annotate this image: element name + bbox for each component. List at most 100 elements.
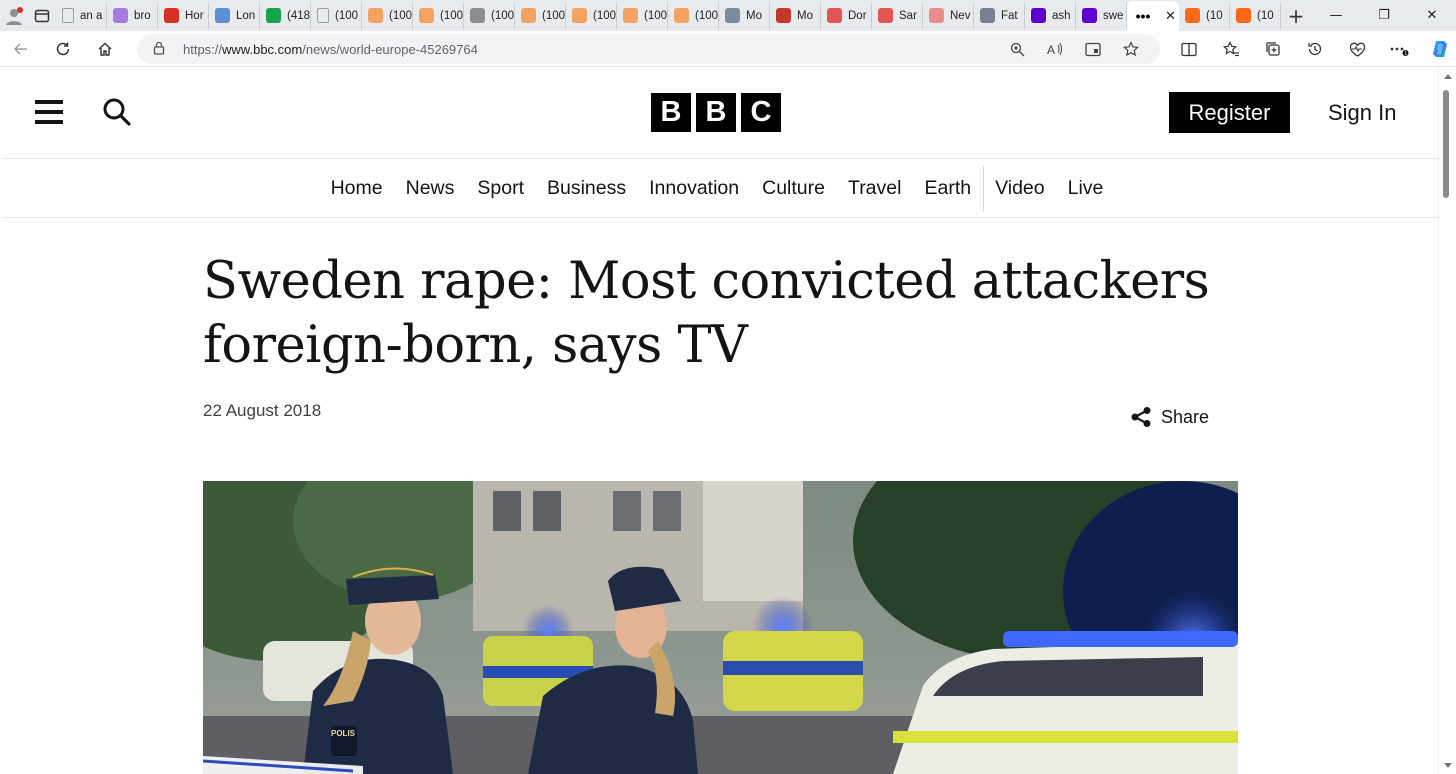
browser-tab-title: swe [1103, 9, 1124, 22]
browser-tab-title: Hor [185, 9, 204, 22]
browser-tab[interactable]: Hor [158, 2, 209, 29]
nav-item-innovation[interactable]: Innovation [638, 166, 751, 212]
favorites-icon[interactable] [1210, 31, 1252, 67]
browser-tab[interactable]: (418 [260, 2, 311, 29]
copilot-icon[interactable] [1420, 31, 1456, 67]
refresh-icon[interactable] [42, 34, 84, 64]
browser-tab[interactable]: Nev [923, 2, 974, 29]
article-hero-image[interactable]: POLIS [203, 481, 1238, 774]
yahoo-icon [1031, 8, 1046, 23]
document-icon [62, 8, 74, 23]
scroll-up-icon[interactable] [1444, 74, 1452, 79]
browser-tab-title: (10 [1206, 9, 1223, 22]
browser-tab[interactable]: (100 [617, 2, 668, 29]
browser-tab[interactable]: (100 [362, 2, 413, 29]
share-button[interactable]: Share [1130, 406, 1209, 428]
favorite-star-icon[interactable] [1112, 34, 1150, 64]
nav-item-news[interactable]: News [394, 166, 466, 212]
home-icon[interactable] [84, 34, 126, 64]
browser-tab[interactable]: swe [1076, 2, 1127, 29]
back-icon[interactable] [0, 34, 42, 64]
yahoo-icon [1082, 8, 1097, 23]
nav-list: Home News Sport Business Innovation Cult… [319, 165, 1115, 212]
browser-tab[interactable]: (100 [311, 2, 362, 29]
nav-item-business[interactable]: Business [536, 166, 638, 212]
url-host: www.bbc.com [222, 41, 303, 57]
browser-tab-title: Fat [1001, 9, 1018, 22]
browser-tab[interactable]: (100 [566, 2, 617, 29]
browser-tab[interactable]: Fat [974, 2, 1025, 29]
svg-text:A: A [1047, 43, 1055, 56]
browser-tab[interactable]: ••• ✕ [1127, 1, 1179, 31]
youtube-icon [827, 8, 842, 23]
browser-tab[interactable]: ash [1025, 2, 1076, 29]
nav-item-travel[interactable]: Travel [837, 166, 913, 212]
close-window-icon[interactable]: ✕ [1408, 0, 1456, 31]
browser-tab[interactable]: (100 [413, 2, 464, 29]
browser-tab[interactable]: (10 [1230, 2, 1281, 29]
browser-tab-title: Mo [797, 9, 813, 22]
address-bar-icons: A [998, 34, 1150, 64]
browser-tab[interactable]: Mo [770, 2, 821, 29]
address-bar[interactable]: https://www.bbc.com/news/world-europe-45… [137, 34, 1160, 64]
browser-tab-title: (100 [335, 9, 359, 22]
more-options-icon[interactable]: 1 [1378, 31, 1420, 67]
nav-item-video[interactable]: Video [984, 166, 1057, 212]
read-aloud-icon[interactable]: A [1036, 34, 1074, 64]
browser-tab[interactable]: Lon [209, 2, 260, 29]
browser-tab[interactable]: Mo [719, 2, 770, 29]
browser-tab-title: (100 [440, 9, 464, 22]
logo-letter-b2: B [696, 93, 736, 132]
nav-item-home[interactable]: Home [319, 166, 394, 212]
window-controls: — ❐ ✕ [1312, 0, 1456, 31]
browser-tab-title: (100 [644, 9, 668, 22]
sign-in-button[interactable]: Sign In [1328, 92, 1397, 133]
nav-item-sport[interactable]: Sport [466, 166, 536, 212]
browser-tab[interactable]: Dor [821, 2, 872, 29]
minimize-icon[interactable]: — [1312, 0, 1360, 31]
nav-item-earth[interactable]: Earth [913, 166, 983, 212]
new-tab-button[interactable]: + [1281, 3, 1311, 29]
search-icon[interactable] [102, 97, 132, 127]
headline-line-1: Sweden rape: Most convicted attackers [203, 252, 1210, 311]
close-tab-icon[interactable]: ✕ [1165, 8, 1176, 24]
scroll-down-icon[interactable] [1444, 763, 1452, 768]
menu-icon[interactable] [35, 100, 63, 124]
history-icon[interactable] [1294, 31, 1336, 67]
play-icon [980, 8, 995, 23]
split-screen-icon[interactable] [1168, 31, 1210, 67]
performance-heart-icon[interactable] [1336, 31, 1378, 67]
browser-tab[interactable]: an a [56, 2, 107, 29]
nav-item-culture[interactable]: Culture [751, 166, 837, 212]
nav-item-live[interactable]: Live [1056, 166, 1115, 212]
page-scrollbar[interactable] [1438, 68, 1456, 774]
collections-icon[interactable] [1252, 31, 1294, 67]
browser-tab[interactable]: (100 [464, 2, 515, 29]
url-text[interactable]: https://www.bbc.com/news/world-europe-45… [183, 42, 478, 57]
browser-tab[interactable]: (100 [515, 2, 566, 29]
five-icon [215, 8, 230, 23]
substack-icon [419, 8, 434, 23]
browser-tab-title: bro [134, 9, 151, 22]
bi-icon [776, 8, 791, 23]
tab-actions-icon[interactable] [28, 3, 56, 29]
substack-icon [1185, 8, 1200, 23]
yahoo-icon [113, 8, 128, 23]
browser-tab[interactable]: (10 [1179, 2, 1230, 29]
register-button[interactable]: Register [1169, 92, 1290, 133]
browser-tab-title: (100 [695, 9, 719, 22]
zoom-icon[interactable] [998, 34, 1036, 64]
globe-icon [470, 8, 485, 23]
substack-icon [1236, 8, 1251, 23]
restore-icon[interactable]: ❐ [1360, 0, 1408, 31]
profile-avatar-icon[interactable] [0, 3, 28, 29]
browser-tab-title: Nev [950, 9, 971, 22]
browser-tab[interactable]: Sar [872, 2, 923, 29]
scrollbar-thumb[interactable] [1443, 90, 1449, 198]
bbc-logo[interactable]: B B C [651, 93, 781, 132]
app-available-icon[interactable] [1074, 34, 1112, 64]
lock-icon[interactable] [153, 41, 167, 58]
browser-tab-title: (418 [287, 9, 311, 22]
browser-tab[interactable]: (100 [668, 2, 719, 29]
browser-tab[interactable]: bro [107, 2, 158, 29]
